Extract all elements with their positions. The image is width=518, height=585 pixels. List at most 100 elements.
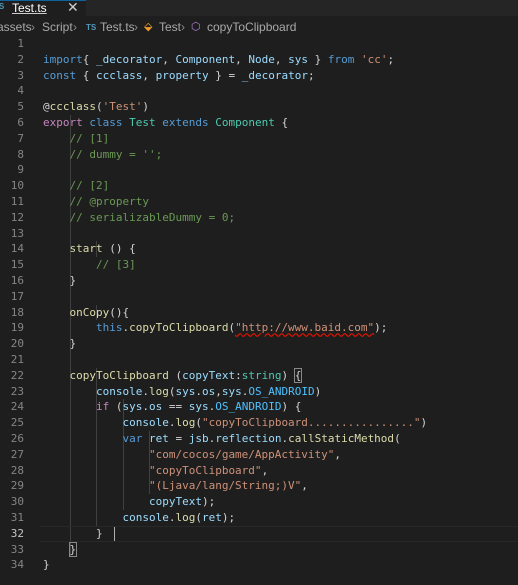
code-line[interactable]: 6 export class Test extends Component { (0, 115, 518, 131)
token: ); (201, 495, 216, 509)
chevron-right-icon: › (73, 20, 77, 34)
token: reflection (215, 432, 282, 445)
token: ( (195, 416, 202, 430)
code-editor[interactable]: 1 2 import{ _decorator, Component, Node, s… (0, 36, 518, 585)
token: Test (129, 116, 156, 129)
token: extends (162, 116, 209, 129)
code-line[interactable]: 7 // [1] (0, 131, 518, 147)
close-icon[interactable]: ✕ (67, 0, 79, 16)
breadcrumb-file[interactable]: Test.ts (100, 20, 135, 34)
token: // serializableDummy = 0; (69, 210, 236, 224)
line-number: 4 (17, 84, 24, 98)
code-line[interactable]: 1 (0, 36, 518, 52)
code-line[interactable]: 22 copyToClipboard (copyText:string) { (0, 367, 518, 384)
code-line[interactable]: 13 (0, 226, 518, 242)
token: ); (374, 321, 388, 335)
token: } = (208, 68, 242, 82)
code-line[interactable]: 10 // [2] (0, 178, 518, 194)
line-code: console.log("copyToClipboard............… (43, 415, 427, 431)
token: sys (122, 400, 143, 414)
code-line[interactable]: 8 // dummy = ''; (0, 147, 518, 163)
code-line[interactable]: 33 } (0, 541, 518, 558)
token: ; (387, 52, 395, 66)
code-line[interactable]: 14 start () { (0, 241, 518, 257)
token: ( (109, 400, 123, 414)
breadcrumb-assets[interactable]: assets (0, 20, 32, 34)
line-code: // serializableDummy = 0; (43, 210, 236, 226)
token: , (274, 52, 289, 66)
token: // [2] (69, 179, 110, 193)
code-line[interactable]: 31 console.log(ret); (0, 510, 518, 526)
token: ( (195, 511, 202, 524)
code-line[interactable]: 20 } (0, 336, 518, 352)
breadcrumb-method[interactable]: copyToClipboard (207, 20, 296, 34)
code-line[interactable]: 34} (0, 557, 518, 573)
tab-test-ts[interactable]: TS Test.ts ✕ (0, 0, 86, 16)
line-number: 29 (10, 479, 24, 493)
code-line[interactable]: 28 "copyToClipboard", (0, 463, 518, 479)
line-code: } (43, 526, 103, 542)
code-line[interactable]: 2 import{ _decorator, Component, Node, sy… (0, 52, 518, 68)
token: callStaticMethod (288, 432, 395, 445)
tab-label: Test.ts (12, 1, 47, 15)
code-line[interactable]: 27 "com/cocos/game/AppActivity", (0, 447, 518, 463)
code-line[interactable]: 21 (0, 352, 518, 368)
line-code: export class Test extends Component { (43, 115, 288, 131)
breadcrumb-class[interactable]: Test (159, 20, 181, 34)
line-number: 12 (10, 210, 24, 224)
class-icon: ⬙ (144, 21, 153, 33)
code-line[interactable]: 3 const { ccclass, property } = _decorato… (0, 68, 518, 84)
code-line[interactable]: 26 var ret = jsb.reflection.callStaticMe… (0, 431, 518, 447)
code-line[interactable]: 23 console.log(sys.os,sys.OS_ANDROID) (0, 384, 518, 400)
code-line[interactable]: 19 this.copyToClipboard("http://www.baid… (0, 320, 518, 336)
line-number: 2 (17, 52, 24, 66)
code-line[interactable]: 18 onCopy(){ (0, 305, 518, 321)
token: // dummy = ''; (69, 147, 163, 161)
code-line[interactable]: 29 "(Ljava/lang/String;)V", (0, 478, 518, 494)
line-number: 33 (10, 542, 24, 556)
line-number: 24 (10, 400, 24, 414)
line-code: "(Ljava/lang/String;)V", (43, 478, 308, 494)
token: == (162, 400, 189, 414)
token: . (142, 384, 149, 398)
code-line[interactable]: 15 // [3] (0, 257, 518, 273)
line-number: 10 (10, 179, 24, 193)
token: ; (307, 68, 315, 82)
token: @ (43, 100, 50, 114)
breadcrumb-script[interactable]: Script (42, 20, 73, 34)
code-line[interactable]: 9 (0, 162, 518, 178)
line-number: 19 (10, 321, 24, 335)
token: " (235, 321, 242, 335)
chevron-right-icon: › (134, 20, 138, 34)
code-line[interactable]: 5 @ccclass('Test') (0, 99, 518, 115)
code-line[interactable]: 12 // serializableDummy = 0; (0, 210, 518, 226)
code-line[interactable]: 25 console.log("copyToClipboard.........… (0, 415, 518, 431)
line-number: 11 (10, 195, 24, 208)
code-line[interactable]: 11 // @property (0, 194, 518, 210)
token: Node (248, 52, 275, 66)
code-line[interactable]: 17 (0, 289, 518, 305)
line-number: 18 (10, 305, 24, 319)
token: // [3] (95, 258, 136, 272)
code-line[interactable]: 4 (0, 83, 518, 99)
token: } (43, 337, 77, 351)
method-icon: ⬡ (191, 21, 201, 33)
token: { (76, 68, 96, 82)
token: , (334, 447, 342, 461)
token: ret (148, 432, 169, 445)
code-line[interactable]: 16 } (0, 273, 518, 289)
line-code: if (sys.os == sys.OS_ANDROID) { (43, 399, 301, 415)
code-line[interactable]: 32 } (0, 525, 518, 542)
token: ccclass (49, 100, 96, 114)
token: (){ (109, 305, 130, 319)
chevron-right-icon: › (31, 20, 35, 34)
code-line[interactable]: 24 if (sys.os == sys.OS_ANDROID) { (0, 399, 518, 415)
code-line[interactable]: 30 copyText); (0, 494, 518, 510)
